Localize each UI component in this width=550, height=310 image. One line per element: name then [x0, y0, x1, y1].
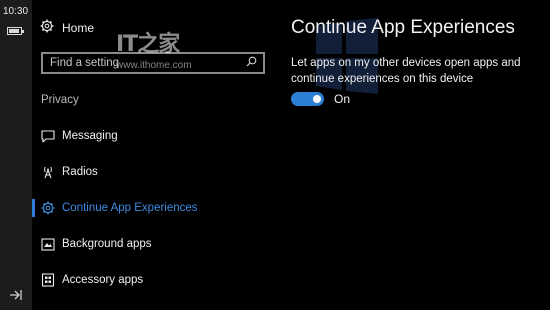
search-input[interactable]: Find a setting	[41, 52, 265, 74]
nav-item-label: Messaging	[62, 130, 118, 142]
toggle-state-label: On	[334, 92, 351, 106]
nav-item-continue-app-experiences[interactable]: Continue App Experiences	[32, 197, 272, 219]
search-placeholder: Find a setting	[50, 57, 120, 69]
gear-icon	[40, 19, 54, 38]
nav-item-label: Accessory apps	[62, 274, 144, 286]
navigation-arrow-icon[interactable]	[9, 288, 23, 306]
search-icon[interactable]	[246, 54, 257, 72]
battery-icon	[7, 27, 24, 35]
nav-item-accessory-apps[interactable]: Accessory apps	[32, 269, 272, 291]
radio-tower-icon	[41, 165, 55, 179]
section-title-privacy: Privacy	[41, 94, 79, 106]
status-bar: 10:30	[0, 0, 32, 310]
clock: 10:30	[3, 6, 29, 17]
selection-indicator	[32, 199, 35, 217]
nav-item-label: Radios	[62, 166, 98, 178]
background-apps-icon	[41, 237, 55, 251]
nav-item-radios[interactable]: Radios	[32, 161, 272, 183]
page-title: Continue App Experiences	[291, 17, 515, 38]
message-icon	[41, 129, 55, 143]
settings-screen: 10:30 Home Find a setting Privacy Messag…	[0, 0, 550, 310]
toggle-switch[interactable]	[291, 92, 324, 106]
nav-item-label: Background apps	[62, 238, 152, 250]
settings-nav-pane: Home Find a setting Privacy Messaging Ra…	[32, 0, 274, 310]
nav-item-background-apps[interactable]: Background apps	[32, 233, 272, 255]
continue-experiences-toggle-row[interactable]: On	[291, 92, 350, 106]
nav-item-label: Continue App Experiences	[62, 202, 198, 214]
settings-content-pane: Continue App Experiences Let apps on my …	[291, 0, 546, 310]
setting-description: Let apps on my other devices open apps a…	[291, 57, 521, 85]
home-label: Home	[62, 21, 95, 35]
accessory-apps-icon	[41, 273, 55, 287]
nav-item-messaging[interactable]: Messaging	[32, 125, 272, 147]
home-nav-item[interactable]: Home	[40, 18, 94, 38]
toggle-knob	[313, 95, 321, 103]
gear-icon	[41, 201, 55, 215]
